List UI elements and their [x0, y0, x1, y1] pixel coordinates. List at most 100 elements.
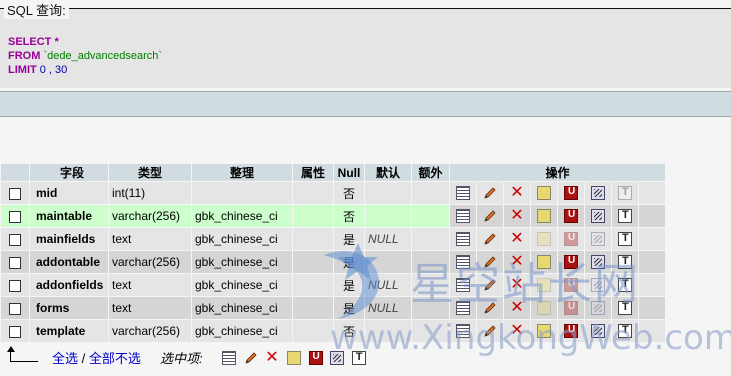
unique-icon[interactable] — [564, 186, 578, 201]
checkbox[interactable] — [9, 279, 21, 292]
fulltext-icon[interactable] — [618, 255, 632, 270]
checkbox[interactable] — [9, 210, 21, 223]
sql-code: SELECT * FROM `dede_advancedsearch` LIMI… — [8, 35, 162, 77]
pencil-icon[interactable] — [483, 209, 497, 223]
browse-icon[interactable] — [456, 186, 470, 201]
browse-icon[interactable] — [456, 255, 470, 270]
unique-icon[interactable] — [564, 278, 578, 293]
pencil-icon[interactable] — [483, 255, 497, 269]
checkbox[interactable] — [9, 187, 21, 200]
action-cell — [477, 297, 503, 319]
action-cell — [585, 182, 611, 204]
primary-key-icon[interactable] — [286, 350, 301, 365]
fulltext-icon[interactable] — [618, 209, 632, 224]
index-icon[interactable] — [591, 278, 605, 293]
delete-icon[interactable]: ✕ — [510, 254, 524, 270]
index-icon[interactable] — [591, 232, 605, 247]
action-cell — [639, 297, 665, 319]
pencil-icon[interactable] — [483, 186, 497, 200]
index-icon[interactable] — [591, 186, 605, 201]
fields-table: 字段 类型 整理 属性 Null 默认 额外 操作 midint(11)否✕ma… — [0, 163, 666, 343]
action-cell — [585, 297, 611, 319]
pencil-icon[interactable] — [483, 232, 497, 246]
primary-key-icon[interactable] — [537, 278, 551, 293]
unique-icon[interactable] — [564, 301, 578, 316]
index-icon[interactable] — [591, 324, 605, 339]
fulltext-icon[interactable] — [618, 232, 632, 247]
check-all-link[interactable]: 全选 — [52, 351, 78, 366]
fulltext-icon[interactable] — [351, 350, 366, 365]
index-icon[interactable] — [330, 350, 345, 365]
field-type: text — [109, 228, 191, 250]
field-extra — [412, 228, 449, 250]
browse-icon[interactable] — [456, 278, 470, 293]
header-collation[interactable]: 整理 — [192, 164, 292, 181]
action-cell — [639, 205, 665, 227]
unique-icon[interactable] — [564, 232, 578, 247]
browse-icon[interactable] — [456, 324, 470, 339]
primary-key-icon[interactable] — [537, 255, 551, 270]
field-null: 是 — [334, 297, 364, 319]
field-name: template — [30, 320, 108, 342]
fulltext-icon[interactable] — [618, 324, 632, 339]
browse-icon[interactable] — [456, 301, 470, 316]
header-type[interactable]: 类型 — [109, 164, 191, 181]
header-null[interactable]: Null — [334, 164, 364, 181]
table-row: addontable varchar(256) gbk_chinese_ci 是 ✕ — [1, 251, 665, 273]
fulltext-icon[interactable] — [618, 278, 632, 293]
header-default[interactable]: 默认 — [365, 164, 411, 181]
delete-icon[interactable]: ✕ — [510, 277, 524, 293]
primary-key-icon[interactable] — [537, 232, 551, 247]
row-checkbox[interactable] — [1, 182, 29, 204]
row-checkbox[interactable] — [1, 320, 29, 342]
fulltext-icon[interactable] — [618, 301, 632, 316]
pencil-icon[interactable] — [483, 324, 497, 338]
unique-icon[interactable] — [564, 255, 578, 270]
action-cell — [531, 320, 557, 342]
delete-icon[interactable]: ✕ — [265, 349, 279, 365]
delete-icon[interactable]: ✕ — [510, 231, 524, 247]
header-attributes[interactable]: 属性 — [293, 164, 333, 181]
row-checkbox[interactable] — [1, 274, 29, 296]
primary-key-icon[interactable] — [537, 324, 551, 339]
field-extra — [412, 320, 449, 342]
primary-key-icon[interactable] — [537, 301, 551, 316]
row-checkbox[interactable] — [1, 251, 29, 273]
unique-icon[interactable] — [564, 324, 578, 339]
row-checkbox[interactable] — [1, 205, 29, 227]
header-extra[interactable]: 额外 — [412, 164, 449, 181]
delete-icon[interactable]: ✕ — [510, 208, 524, 224]
browse-icon[interactable] — [222, 350, 236, 365]
checkbox[interactable] — [9, 302, 21, 315]
action-cell — [612, 182, 638, 204]
index-icon[interactable] — [591, 301, 605, 316]
checkbox[interactable] — [9, 233, 21, 246]
delete-icon[interactable]: ✕ — [510, 323, 524, 339]
action-cell — [531, 228, 557, 250]
unique-icon[interactable] — [564, 209, 578, 224]
delete-icon[interactable]: ✕ — [510, 185, 524, 201]
fulltext-icon[interactable] — [618, 186, 632, 201]
row-checkbox[interactable] — [1, 228, 29, 250]
selection-links: 全选 / 全部不选 — [52, 348, 141, 367]
index-icon[interactable] — [591, 255, 605, 270]
action-cell — [450, 297, 476, 319]
delete-icon[interactable]: ✕ — [510, 300, 524, 316]
row-checkbox[interactable] — [1, 297, 29, 319]
browse-icon[interactable] — [456, 209, 470, 224]
checkbox[interactable] — [9, 256, 21, 269]
header-field[interactable]: 字段 — [30, 164, 108, 181]
action-cell — [558, 320, 584, 342]
pencil-icon[interactable] — [483, 278, 497, 292]
primary-key-icon[interactable] — [537, 209, 551, 224]
uncheck-all-link[interactable]: 全部不选 — [89, 351, 141, 366]
pencil-icon[interactable] — [483, 301, 497, 315]
browse-icon[interactable] — [456, 232, 470, 247]
checkbox[interactable] — [9, 325, 21, 338]
pencil-icon[interactable] — [244, 351, 258, 365]
index-icon[interactable] — [591, 209, 605, 224]
action-cell — [450, 320, 476, 342]
primary-key-icon[interactable] — [537, 186, 551, 201]
action-cell — [558, 228, 584, 250]
unique-icon[interactable] — [308, 350, 323, 365]
